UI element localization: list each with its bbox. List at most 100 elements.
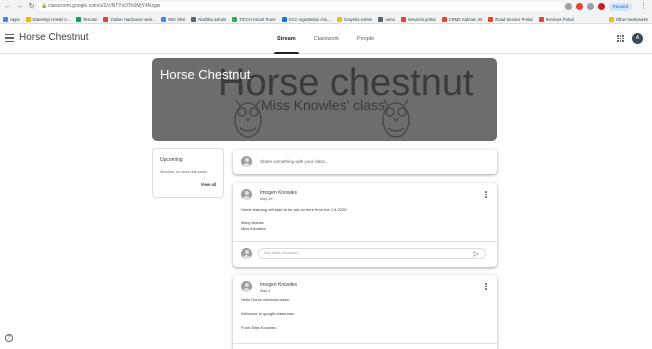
avatar [241, 281, 252, 292]
avatar [241, 189, 252, 200]
bookmark-favicon-icon [161, 16, 167, 22]
extension-icon[interactable] [575, 3, 583, 10]
url-text: classroom.google.com/u/2/c/NTYxOTk0MjY4N… [48, 3, 161, 9]
more-icon[interactable]: ⋮ [639, 2, 648, 11]
announcement-post: Imogen Knowles May 6 Hello Horse chestnu… [233, 275, 497, 349]
bookmark-item[interactable]: Rashba solutio [191, 16, 227, 22]
post-author: Imogen Knowles [260, 190, 297, 196]
bookmark-item[interactable]: Services Portal [538, 16, 574, 22]
comment-placeholder: Add class comment... [264, 251, 301, 255]
tab-bar: Stream Classwork People [268, 24, 383, 54]
post-text-line: Hello Horse chestnut class! [241, 297, 290, 302]
upcoming-title: Upcoming [160, 157, 183, 163]
bookmark-favicon-icon [336, 16, 342, 22]
bookmark-label: Apps [10, 16, 20, 22]
bookmark-item[interactable]: Services portal [400, 16, 436, 22]
puzzle-icon[interactable] [586, 3, 594, 10]
other-bookmarks[interactable]: Other bookmarks [608, 14, 648, 24]
account-avatar[interactable]: A [632, 33, 643, 44]
view-all-link[interactable]: View all [201, 182, 216, 187]
bookmark-label: VCC registration che... [288, 16, 331, 22]
bookmark-item[interactable]: Tescom [76, 16, 98, 22]
bookmark-label: TICCH Smart Tours [239, 16, 276, 22]
bookmark-item[interactable]: VCC registration che... [281, 16, 331, 22]
bookmark-item[interactable]: MIS Shel [161, 16, 186, 22]
bookmark-label: Road Service Portal [495, 16, 533, 22]
reload-icon[interactable]: ↻ [27, 2, 36, 11]
bookmark-item[interactable]: Apps [3, 16, 20, 22]
class-banner: Horse chestnut Miss Knowles' class Horse… [152, 58, 497, 141]
help-icon[interactable]: ? [5, 334, 13, 342]
lock-icon: 🔒 [41, 3, 48, 9]
post-date: May 26 [260, 197, 273, 201]
bookmark-item[interactable]: TICCH Smart Tours [232, 16, 276, 22]
bookmark-favicon-icon [103, 16, 109, 22]
extension-area: Paused ⋮ [564, 2, 648, 11]
forward-icon[interactable]: → [15, 2, 24, 11]
folder-icon [608, 16, 614, 22]
avatar [241, 156, 252, 167]
bookmark-item[interactable]: rama [378, 16, 395, 22]
bookmark-label: Services Portal [545, 16, 574, 22]
paused-badge[interactable]: Paused [608, 2, 632, 11]
share-placeholder[interactable]: Share something with your class... [260, 159, 329, 164]
tab-classwork[interactable]: Classwork [305, 24, 348, 54]
divider [233, 343, 497, 344]
address-bar[interactable]: 🔒 classroom.google.com/u/2/c/NTYxOTk0MjY… [38, 2, 564, 11]
banner-subtitle: Miss Knowles' class [261, 97, 386, 113]
more-options-icon[interactable] [485, 283, 487, 291]
bookmark-favicon-icon [538, 16, 544, 22]
bookmark-favicon-icon [488, 16, 494, 22]
bookmark-label: MIS Shel [168, 16, 186, 22]
bookmark-favicon-icon [232, 16, 238, 22]
class-comment-input[interactable]: Add class comment... [258, 248, 486, 259]
tab-stream[interactable]: Stream [268, 24, 305, 54]
bookmark-label: Daneshyi Hostel 3... [32, 16, 71, 22]
divider [233, 241, 497, 242]
share-announcement-card[interactable]: Share something with your class... [233, 150, 497, 174]
bookmark-item[interactable]: CRMC Kidman Int [441, 16, 483, 22]
browser-toolbar: ← → ↻ 🔒 classroom.google.com/u/2/c/NTYxO… [0, 0, 652, 13]
bookmark-item[interactable]: Online Hardcover web... [103, 16, 156, 22]
announcement-post: Imogen Knowles May 26 Home learning will… [233, 183, 497, 267]
class-title[interactable]: Horse Chestnut [19, 32, 88, 43]
bookmark-label: CRMC Kidman Int [448, 16, 483, 22]
bookmark-favicon-icon [281, 16, 287, 22]
bookmark-label: rama [385, 16, 395, 22]
post-text-line: Many thanks [241, 220, 264, 225]
avatar [241, 248, 252, 259]
bookmark-label: Tescom [83, 16, 98, 22]
post-text-line: Welcome to google classroom [241, 311, 295, 316]
post-text-line: Home learning will start to be put on he… [241, 207, 347, 212]
bookmark-favicon-icon [3, 16, 8, 22]
banner-class-title: Horse Chestnut [160, 67, 251, 82]
bookmark-item[interactable]: Daneshyi Hostel 3... [25, 16, 71, 22]
bookmark-label: Services portal [407, 16, 436, 22]
post-text-line: From Miss Knowles [241, 325, 276, 330]
bookmark-item[interactable]: Road Service Portal [488, 16, 533, 22]
bookmark-favicon-icon [191, 16, 197, 22]
classroom-header: Horse Chestnut Stream Classwork People A [0, 24, 652, 54]
google-apps-icon[interactable] [617, 35, 624, 42]
post-author: Imogen Knowles [260, 282, 297, 288]
bookmark-label: Graysha Admin [343, 16, 373, 22]
bookmark-label: Rashba solutio [198, 16, 227, 22]
star-icon[interactable] [564, 3, 572, 10]
other-bookmarks-label: Other bookmarks [615, 16, 648, 22]
tab-people[interactable]: People [348, 24, 383, 54]
post-date: May 6 [260, 289, 271, 293]
upcoming-empty-text: Woohoo, no work due soon! [160, 170, 208, 174]
back-icon[interactable]: ← [3, 2, 12, 11]
bookmark-item[interactable]: Graysha Admin [336, 16, 373, 22]
bookmark-label: Online Hardcover web... [110, 16, 156, 22]
bookmark-favicon-icon [76, 16, 82, 22]
upcoming-card: Upcoming Woohoo, no work due soon! View … [152, 148, 224, 198]
send-icon[interactable] [473, 250, 479, 257]
more-options-icon[interactable] [485, 191, 487, 199]
profile-avatar[interactable] [597, 3, 605, 10]
browser-chrome: ← → ↻ 🔒 classroom.google.com/u/2/c/NTYxO… [0, 0, 652, 24]
bookmark-favicon-icon [25, 16, 31, 22]
hamburger-menu-icon[interactable] [5, 34, 14, 42]
bookmark-favicon-icon [441, 16, 447, 22]
bookmarks-bar: Apps Daneshyi Hostel 3... Tescom Online Har… [0, 14, 652, 24]
